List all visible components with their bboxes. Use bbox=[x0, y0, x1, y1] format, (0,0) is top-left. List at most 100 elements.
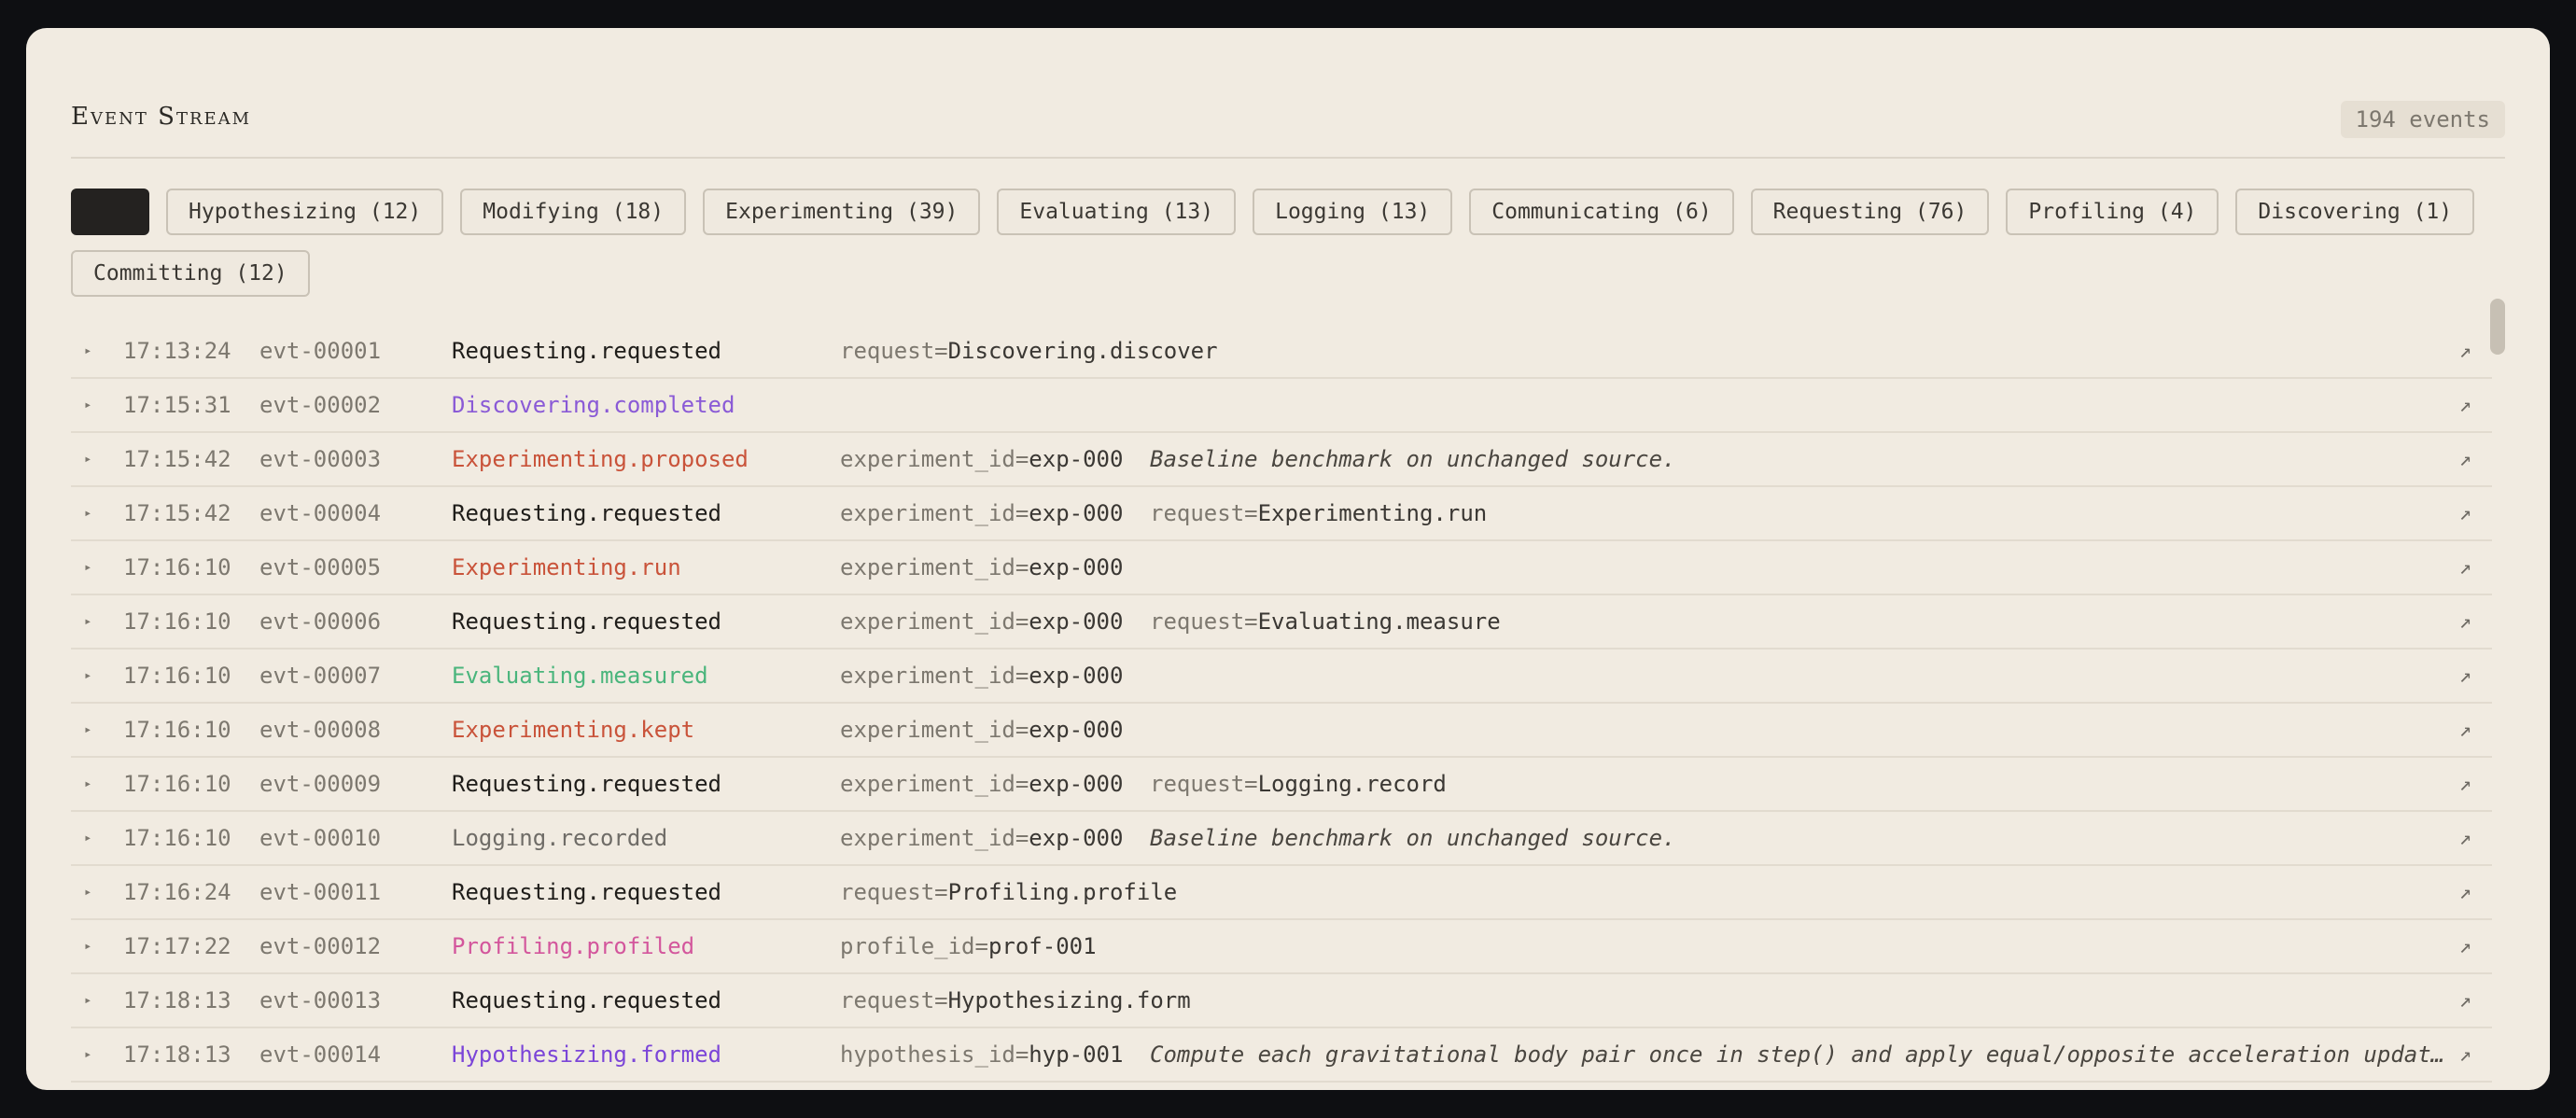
event-type: Profiling.profiled bbox=[452, 933, 695, 959]
event-row[interactable]: ▸ 17:16:10 evt-00005 Experimenting.run exper… bbox=[71, 541, 2492, 595]
event-row[interactable]: ▸ 17:16:10 evt-00010 Logging.recorded experi… bbox=[71, 812, 2492, 866]
expand-triangle-icon[interactable]: ▸ bbox=[84, 776, 91, 791]
event-field: request=Experimenting.run bbox=[1150, 500, 1487, 526]
open-arrow-icon[interactable]: ↗ bbox=[2459, 340, 2471, 363]
field-key: experiment_id= bbox=[840, 608, 1029, 635]
event-time: 17:16:10 bbox=[123, 554, 231, 580]
filter-chip[interactable]: Profiling (4) bbox=[2006, 189, 2219, 235]
event-id: evt-00002 bbox=[259, 392, 382, 418]
expand-triangle-icon[interactable]: ▸ bbox=[84, 560, 91, 575]
field-key: request= bbox=[1150, 608, 1258, 635]
open-arrow-icon[interactable]: ↗ bbox=[2459, 989, 2471, 1013]
event-list: ▸ 17:13:24 evt-00001 Requesting.requested re… bbox=[71, 325, 2492, 1083]
event-count-badge: 194 events bbox=[2340, 101, 2505, 138]
event-id: evt-00013 bbox=[259, 987, 382, 1013]
field-value: exp-000 bbox=[1029, 717, 1124, 743]
event-field: profile_id=prof-001 bbox=[840, 933, 1097, 959]
field-key: hypothesis_id= bbox=[840, 1041, 1029, 1068]
event-type: Requesting.requested bbox=[452, 987, 721, 1013]
field-key: experiment_id= bbox=[840, 717, 1029, 743]
filter-chip[interactable]: Logging (13) bbox=[1253, 189, 1453, 235]
event-row[interactable]: ▸ 17:16:24 evt-00011 Requesting.requested re… bbox=[71, 866, 2492, 920]
expand-triangle-icon[interactable]: ▸ bbox=[84, 506, 91, 521]
event-id: evt-00012 bbox=[259, 933, 382, 959]
event-field: experiment_id=exp-000 bbox=[840, 771, 1123, 797]
field-key: experiment_id= bbox=[840, 554, 1029, 580]
filter-chip-all[interactable] bbox=[71, 189, 149, 235]
filter-chip[interactable]: Modifying (18) bbox=[460, 189, 687, 235]
open-arrow-icon[interactable]: ↗ bbox=[2459, 827, 2471, 850]
event-row[interactable]: ▸ 17:15:31 evt-00002 Discovering.completed ↗ bbox=[71, 379, 2492, 433]
event-row[interactable]: ▸ 17:16:10 evt-00006 Requesting.requested ex… bbox=[71, 595, 2492, 650]
filter-chip[interactable]: Committing (12) bbox=[71, 250, 310, 297]
open-arrow-icon[interactable]: ↗ bbox=[2459, 448, 2471, 471]
expand-triangle-icon[interactable]: ▸ bbox=[84, 452, 91, 467]
filter-chip[interactable]: Hypothesizing (12) bbox=[166, 189, 444, 235]
event-time: 17:15:31 bbox=[123, 392, 231, 418]
expand-triangle-icon[interactable]: ▸ bbox=[84, 668, 91, 683]
expand-triangle-icon[interactable]: ▸ bbox=[84, 885, 91, 900]
expand-triangle-icon[interactable]: ▸ bbox=[84, 939, 91, 954]
filter-chip[interactable]: Communicating (6) bbox=[1469, 189, 1734, 235]
panel-header: Event Stream 194 events bbox=[71, 73, 2505, 159]
event-row[interactable]: ▸ 17:18:13 evt-00014 Hypothesizing.formed hy… bbox=[71, 1028, 2492, 1083]
filter-chip[interactable]: Requesting (76) bbox=[1750, 189, 1990, 235]
expand-triangle-icon[interactable]: ▸ bbox=[84, 722, 91, 737]
open-arrow-icon[interactable]: ↗ bbox=[2459, 610, 2471, 634]
event-row[interactable]: ▸ 17:18:13 evt-00013 Requesting.requested re… bbox=[71, 974, 2492, 1028]
field-value: exp-000 bbox=[1029, 608, 1124, 635]
event-time: 17:18:13 bbox=[123, 1041, 231, 1068]
filter-chip[interactable]: Experimenting (39) bbox=[703, 189, 981, 235]
open-arrow-icon[interactable]: ↗ bbox=[2459, 502, 2471, 525]
expand-triangle-icon[interactable]: ▸ bbox=[84, 398, 91, 412]
event-id: evt-00011 bbox=[259, 879, 382, 905]
expand-triangle-icon[interactable]: ▸ bbox=[84, 1047, 91, 1062]
event-row[interactable]: ▸ 17:15:42 evt-00003 Experimenting.proposed… bbox=[71, 433, 2492, 487]
event-field: experiment_id=exp-000 bbox=[840, 663, 1123, 689]
field-value: exp-000 bbox=[1029, 446, 1124, 472]
field-key: profile_id= bbox=[840, 933, 988, 959]
event-field: experiment_id=exp-000 bbox=[840, 554, 1123, 580]
field-key: request= bbox=[1150, 500, 1258, 526]
open-arrow-icon[interactable]: ↗ bbox=[2459, 719, 2471, 742]
event-field: request=Hypothesizing.form bbox=[840, 987, 1191, 1013]
field-value: exp-000 bbox=[1029, 771, 1124, 797]
open-arrow-icon[interactable]: ↗ bbox=[2459, 556, 2471, 580]
event-time: 17:16:10 bbox=[123, 717, 231, 743]
expand-triangle-icon[interactable]: ▸ bbox=[84, 614, 91, 629]
event-row[interactable]: ▸ 17:16:10 evt-00009 Requesting.requested ex… bbox=[71, 758, 2492, 812]
field-value: exp-000 bbox=[1029, 500, 1124, 526]
event-field: experiment_id=exp-000 bbox=[840, 446, 1123, 472]
open-arrow-icon[interactable]: ↗ bbox=[2459, 664, 2471, 688]
event-field: experiment_id=exp-000 bbox=[840, 825, 1123, 851]
open-arrow-icon[interactable]: ↗ bbox=[2459, 394, 2471, 417]
event-type: Evaluating.measured bbox=[452, 663, 708, 689]
event-id: evt-00004 bbox=[259, 500, 382, 526]
expand-triangle-icon[interactable]: ▸ bbox=[84, 831, 91, 845]
open-arrow-icon[interactable]: ↗ bbox=[2459, 935, 2471, 958]
event-id: evt-00001 bbox=[259, 338, 382, 364]
event-row[interactable]: ▸ 17:15:42 evt-00004 Requesting.requested ex… bbox=[71, 487, 2492, 541]
event-summary: Baseline benchmark on unchanged source. bbox=[1150, 825, 1676, 851]
event-list-scrollbar[interactable] bbox=[2490, 299, 2505, 355]
filter-chip[interactable]: Evaluating (13) bbox=[997, 189, 1237, 235]
event-time: 17:18:13 bbox=[123, 987, 231, 1013]
expand-triangle-icon[interactable]: ▸ bbox=[84, 993, 91, 1008]
event-row[interactable]: ▸ 17:17:22 evt-00012 Profiling.profiled prof… bbox=[71, 920, 2492, 974]
open-arrow-icon[interactable]: ↗ bbox=[2459, 1043, 2471, 1067]
field-value: prof-001 bbox=[987, 933, 1097, 959]
event-type: Requesting.requested bbox=[452, 608, 721, 635]
event-row[interactable]: ▸ 17:13:24 evt-00001 Requesting.requested re… bbox=[71, 325, 2492, 379]
open-arrow-icon[interactable]: ↗ bbox=[2459, 773, 2471, 796]
expand-triangle-icon[interactable]: ▸ bbox=[84, 343, 91, 358]
event-row[interactable]: ▸ 17:16:10 evt-00007 Evaluating.measured exp… bbox=[71, 650, 2492, 704]
event-type: Experimenting.kept bbox=[452, 717, 695, 743]
event-time: 17:16:10 bbox=[123, 663, 231, 689]
field-value: Experimenting.run bbox=[1257, 500, 1488, 526]
event-row[interactable]: ▸ 17:16:10 evt-00008 Experimenting.kept expe… bbox=[71, 704, 2492, 758]
field-value: Hypothesizing.form bbox=[947, 987, 1191, 1013]
event-field: experiment_id=exp-000 bbox=[840, 500, 1123, 526]
filter-chip[interactable]: Discovering (1) bbox=[2235, 189, 2475, 235]
event-id: evt-00007 bbox=[259, 663, 382, 689]
open-arrow-icon[interactable]: ↗ bbox=[2459, 881, 2471, 904]
